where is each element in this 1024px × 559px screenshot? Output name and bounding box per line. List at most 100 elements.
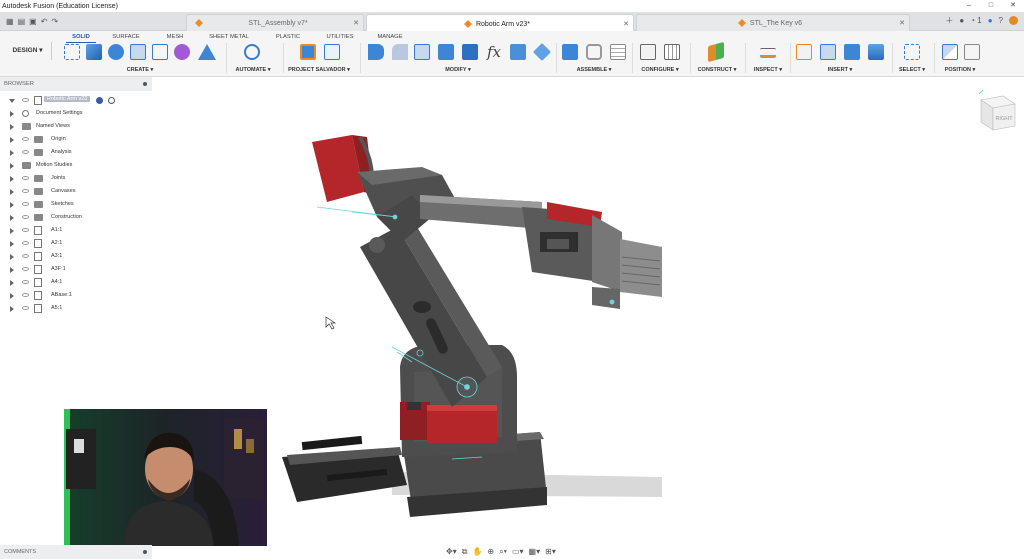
file-menu-icon[interactable]: ▤ [18, 17, 26, 26]
new-component-icon[interactable] [562, 44, 578, 60]
visibility-icon[interactable] [22, 306, 29, 310]
expand-icon[interactable] [10, 149, 14, 156]
visibility-icon[interactable] [22, 150, 29, 154]
visibility-icon[interactable] [22, 228, 29, 232]
revolve-icon[interactable] [108, 44, 124, 60]
form-icon[interactable] [174, 44, 190, 60]
visibility-icon[interactable] [22, 202, 29, 206]
revert-position-icon[interactable] [964, 44, 980, 60]
expand-icon[interactable] [10, 266, 14, 273]
offset-plane-icon[interactable] [708, 41, 724, 63]
tree-item-a4-1[interactable]: A4:1 [0, 276, 152, 289]
tab-mesh[interactable]: MESH [160, 33, 190, 42]
select-icon[interactable] [904, 44, 920, 60]
tree-item-a5-1[interactable]: A5:1 [0, 302, 152, 315]
combine-icon[interactable] [462, 44, 478, 60]
position-menu[interactable]: POSITION ▾ [945, 67, 976, 73]
change-parameters-icon[interactable]: fx [486, 44, 502, 60]
zoom-window-icon[interactable]: ⌕▾ [499, 547, 507, 557]
tree-item-abase-1[interactable]: ABase:1 [0, 289, 152, 302]
visibility-icon[interactable] [22, 254, 29, 258]
tree-item-document-settings[interactable]: Document Settings [0, 107, 152, 120]
insert-mesh-icon[interactable] [820, 44, 836, 60]
tree-item-analysis[interactable]: Analysis [0, 146, 152, 159]
configure-table-icon[interactable] [640, 44, 656, 60]
close-tab-icon[interactable]: ✕ [349, 19, 363, 27]
tab-stl-assembly[interactable]: STL_Assembly v7* ✕ [186, 14, 364, 31]
radio-icon[interactable] [108, 97, 115, 104]
visibility-icon[interactable] [22, 293, 29, 297]
expand-icon[interactable] [10, 240, 14, 247]
activate-icon[interactable] [96, 97, 103, 104]
joint-icon[interactable] [586, 44, 602, 60]
construct-menu[interactable]: CONSTRUCT ▾ [698, 67, 737, 73]
hole-icon[interactable] [130, 44, 146, 60]
extensions-icon[interactable]: ● [959, 16, 964, 25]
pan-icon[interactable]: ✋ [472, 547, 482, 556]
expand-icon[interactable] [10, 110, 14, 117]
tree-item-a2-1[interactable]: A2:1 [0, 237, 152, 250]
zoom-icon[interactable]: ⊕ [487, 547, 494, 556]
visibility-icon[interactable] [22, 98, 29, 102]
tree-item-a3f-1[interactable]: A3F:1 [0, 263, 152, 276]
grid-menu-icon[interactable]: ▦ [6, 17, 14, 26]
expand-icon[interactable] [10, 162, 14, 169]
expand-icon[interactable] [10, 123, 14, 130]
select-menu[interactable]: SELECT ▾ [899, 67, 925, 73]
loft-icon[interactable] [198, 44, 216, 60]
visibility-icon[interactable] [22, 280, 29, 284]
redo-icon[interactable]: ↷ [51, 17, 58, 26]
tab-robotic-arm[interactable]: Robotic Arm v23* ✕ [366, 14, 634, 32]
visibility-icon[interactable] [22, 137, 29, 141]
tab-surface[interactable]: SURFACE [106, 33, 146, 42]
expand-icon[interactable] [9, 98, 15, 103]
assemble-menu[interactable]: ASSEMBLE ▾ [577, 67, 612, 73]
expand-icon[interactable] [10, 253, 14, 260]
expand-icon[interactable] [10, 214, 14, 221]
fillet-icon[interactable] [392, 44, 408, 60]
tab-utilities[interactable]: UTILITIES [322, 33, 358, 42]
tab-manage[interactable]: MANAGE [372, 33, 408, 42]
visibility-icon[interactable] [22, 267, 29, 271]
align-icon[interactable] [510, 44, 526, 60]
notifications-icon[interactable]: ● [988, 16, 993, 25]
create-sketch-icon[interactable] [64, 44, 80, 60]
as-built-joint-icon[interactable] [610, 44, 626, 60]
tab-plastic[interactable]: PLASTIC [270, 33, 306, 42]
orbit-icon[interactable]: ✥▾ [446, 547, 457, 556]
expand-icon[interactable] [10, 292, 14, 299]
tree-item-a1-1[interactable]: A1:1 [0, 224, 152, 237]
visibility-icon[interactable] [22, 189, 29, 193]
viewcube-home-icon[interactable] [978, 89, 984, 95]
close-tab-icon[interactable]: ✕ [895, 19, 909, 27]
salvador-edit-icon[interactable] [324, 44, 340, 60]
expand-icon[interactable] [10, 188, 14, 195]
insert-derive-icon[interactable] [796, 44, 812, 60]
tab-sheet-metal[interactable]: SHEET METAL [204, 33, 254, 42]
automate-icon[interactable] [244, 44, 260, 60]
insert-canvas-icon[interactable] [868, 44, 884, 60]
pattern-icon[interactable] [152, 44, 168, 60]
viewports-icon[interactable]: ⊞▾ [545, 547, 556, 556]
project-salvador-menu[interactable]: PROJECT SALVADOR ▾ [288, 67, 350, 73]
shell-icon[interactable] [438, 44, 454, 60]
visibility-icon[interactable] [22, 241, 29, 245]
close-tab-icon[interactable]: ✕ [619, 20, 633, 28]
chamfer-icon[interactable] [414, 44, 430, 60]
expand-icon[interactable] [10, 227, 14, 234]
close-button[interactable]: ✕ [1002, 0, 1024, 12]
modify-menu[interactable]: MODIFY ▾ [445, 67, 471, 73]
extrude-icon[interactable] [86, 44, 102, 60]
grid-settings-icon[interactable]: ▦▾ [529, 547, 541, 556]
save-icon[interactable]: ▣ [29, 17, 37, 26]
delete-icon[interactable] [532, 42, 552, 62]
tree-item-construction[interactable]: Construction [0, 211, 152, 224]
undo-icon[interactable]: ↶ [41, 17, 48, 26]
tree-item-motion-studies[interactable]: Motion Studies [0, 159, 152, 172]
display-settings-icon[interactable]: ▭▾ [512, 547, 524, 556]
expand-icon[interactable] [10, 305, 14, 312]
tree-item-origin[interactable]: Origin [0, 133, 152, 146]
tree-item-joints[interactable]: Joints [0, 172, 152, 185]
configure-grid-icon[interactable] [664, 44, 680, 60]
maximize-button[interactable]: □ [980, 0, 1002, 12]
